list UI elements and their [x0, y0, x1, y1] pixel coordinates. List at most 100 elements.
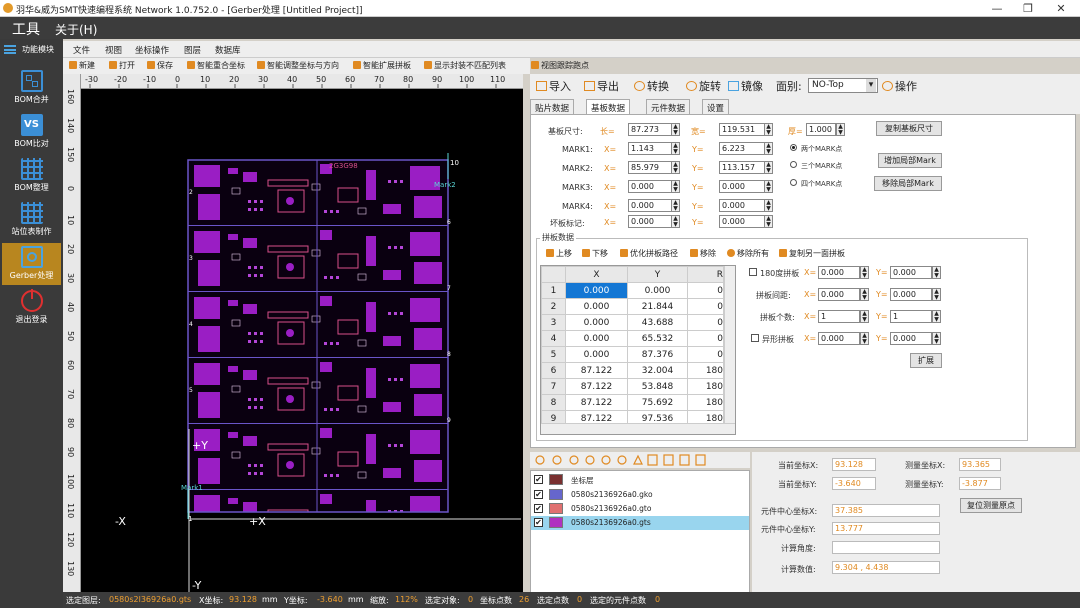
menu-database[interactable]: 数据库 — [215, 44, 241, 56]
cell-r[interactable]: 0 — [687, 298, 724, 315]
cell-x[interactable]: 87.122 — [565, 394, 628, 411]
spin-button[interactable]: ▲ ▼ — [671, 123, 680, 136]
layer-item[interactable]: ✔ 0580s2136926a0.gko — [531, 488, 749, 502]
spacing-x-field[interactable]: 0.000 — [818, 288, 860, 301]
operate-button[interactable]: 操作 — [882, 78, 917, 94]
remove-local-mark-button[interactable]: 移除局部Mark — [874, 176, 942, 191]
layer-checkbox[interactable]: ✔ — [534, 504, 543, 513]
panel-table[interactable]: X Y R 1 0.000 0.000 0 2 0.000 21.844 0 3 0.000 4… — [540, 265, 736, 435]
sidebar-item-bom-merge[interactable]: BOM合并 — [2, 67, 61, 109]
layer-checkbox[interactable]: ✔ — [534, 490, 543, 499]
spin-button[interactable]: ▲ ▼ — [764, 180, 773, 193]
spin-button[interactable]: ▲ ▼ — [932, 266, 941, 279]
rotate180-y-field[interactable]: 0.000 — [890, 266, 932, 279]
copy-other-side-button[interactable]: 复制另一面拼板 — [779, 248, 845, 259]
cell-x[interactable]: 0.000 — [565, 314, 628, 331]
copy-board-size-button[interactable]: 复制基板尺寸 — [876, 121, 942, 136]
cell-x[interactable]: 0.000 — [565, 298, 628, 315]
cell-y[interactable]: 53.848 — [627, 378, 688, 395]
tab-placement-data[interactable]: 贴片数据 — [530, 99, 575, 114]
spin-button[interactable]: ▲ ▼ — [671, 199, 680, 212]
spin-button[interactable]: ▲ ▼ — [860, 332, 869, 345]
cell-x[interactable]: 0.000 — [565, 346, 628, 363]
layer-item[interactable]: ✔ 坐标层 — [531, 473, 749, 487]
mirror-button[interactable]: 镜像 — [728, 78, 763, 94]
column-header-y[interactable]: Y — [627, 266, 688, 283]
menu-file[interactable]: 文件 — [73, 44, 90, 56]
table-row[interactable]: 7 87.122 53.848 180 — [541, 378, 724, 395]
layer-item[interactable]: ✔ 0580s2136926a0.gts — [531, 516, 749, 530]
vertical-scrollbar[interactable] — [724, 266, 735, 424]
smart-overlap-button[interactable]: 智能重合坐标 — [187, 60, 245, 71]
extend-button[interactable]: 扩展 — [910, 353, 942, 368]
irregular-y-field[interactable]: 0.000 — [890, 332, 932, 345]
save-button[interactable]: 保存 — [147, 60, 173, 71]
new-button[interactable]: 新建 — [69, 60, 95, 71]
close-button[interactable]: ✕ — [1046, 0, 1076, 17]
smart-extend-button[interactable]: 智能扩展拼板 — [353, 60, 411, 71]
radio-three-mark[interactable] — [790, 161, 797, 168]
radio-two-mark[interactable] — [790, 144, 797, 151]
spin-button[interactable]: ▲ ▼ — [764, 215, 773, 228]
open-button[interactable]: 打开 — [109, 60, 135, 71]
reset-measure-origin-button[interactable]: 复位测量原点 — [960, 498, 1022, 513]
cell-y[interactable]: 75.692 — [627, 394, 688, 411]
spin-button[interactable]: ▲ ▼ — [860, 288, 869, 301]
mismatch-list-button[interactable]: 显示封装不匹配列表 — [424, 60, 506, 71]
spin-button[interactable]: ▲ ▼ — [932, 332, 941, 345]
cell-x[interactable]: 87.122 — [565, 362, 628, 379]
menu-tools[interactable]: 工具 — [12, 19, 40, 39]
tab-board-data[interactable]: 基板数据 — [586, 99, 631, 114]
convert-button[interactable]: 转换 — [634, 78, 669, 94]
rotate180-checkbox[interactable] — [749, 268, 757, 276]
spin-button[interactable]: ▲ ▼ — [671, 215, 680, 228]
sidebar-item-bom-organize[interactable]: BOM整理 — [2, 155, 61, 197]
spin-button[interactable]: ▲ ▼ — [671, 180, 680, 193]
cell-x[interactable]: 0.000 — [565, 330, 628, 347]
table-row[interactable]: 4 0.000 65.532 0 — [541, 330, 724, 347]
tab-settings[interactable]: 设置 — [702, 99, 730, 114]
remove-button[interactable]: 移除 — [690, 248, 716, 259]
table-row[interactable]: 3 0.000 43.688 0 — [541, 314, 724, 331]
spin-button[interactable]: ▲ ▼ — [764, 142, 773, 155]
spin-button[interactable]: ▲ ▼ — [860, 266, 869, 279]
add-local-mark-button[interactable]: 增加局部Mark — [878, 153, 942, 168]
spin-button[interactable]: ▲ ▼ — [932, 288, 941, 301]
menu-coord-ops[interactable]: 坐标操作 — [135, 44, 169, 56]
cell-r[interactable]: 180 — [687, 378, 724, 395]
spacing-y-field[interactable]: 0.000 — [890, 288, 932, 301]
tab-component-data[interactable]: 元件数据 — [646, 99, 691, 114]
cell-r[interactable]: 0 — [687, 282, 724, 299]
spin-button[interactable]: ▲ ▼ — [764, 199, 773, 212]
cell-y[interactable]: 43.688 — [627, 314, 688, 331]
horizontal-scrollbar[interactable] — [541, 423, 735, 434]
face-select[interactable]: NO-Top — [808, 78, 878, 93]
move-up-button[interactable]: 上移 — [546, 248, 572, 259]
import-button[interactable]: 导入 — [536, 78, 571, 94]
menu-layer[interactable]: 图层 — [184, 44, 201, 56]
spin-button[interactable]: ▲ ▼ — [836, 123, 845, 136]
cell-y[interactable]: 0.000 — [627, 282, 688, 299]
remove-all-button[interactable]: 移除所有 — [727, 248, 769, 259]
menu-about[interactable]: 关于(H) — [55, 21, 97, 38]
table-row[interactable]: 8 87.122 75.692 180 — [541, 394, 724, 411]
cell-y[interactable]: 21.844 — [627, 298, 688, 315]
cell-r[interactable]: 0 — [687, 330, 724, 347]
table-row[interactable]: 6 87.122 32.004 180 — [541, 362, 724, 379]
rotate-button[interactable]: 旋转 — [686, 78, 721, 94]
cell-r[interactable]: 0 — [687, 314, 724, 331]
layer-tool-icons[interactable] — [530, 452, 750, 468]
layer-checkbox[interactable]: ✔ — [534, 518, 543, 527]
move-down-button[interactable]: 下移 — [582, 248, 608, 259]
cell-y[interactable]: 32.004 — [627, 362, 688, 379]
thickness-field[interactable]: 1.000 — [806, 123, 836, 136]
cell-r[interactable]: 0 — [687, 346, 724, 363]
gerber-canvas[interactable]: -X +X +Y -Y Mark1 Mark2 10 1 2G3G98 2 3 … — [81, 89, 523, 594]
optimize-path-button[interactable]: 优化拼板路径 — [620, 248, 678, 259]
cell-x[interactable]: 0.000 — [565, 282, 628, 299]
minimize-button[interactable]: — — [982, 0, 1012, 17]
cell-r[interactable]: 180 — [687, 362, 724, 379]
spin-button[interactable]: ▲ ▼ — [764, 161, 773, 174]
track-view-button[interactable]: 视图跟踪跑点 — [531, 60, 589, 71]
smart-adjust-button[interactable]: 智能调整坐标与方向 — [257, 60, 339, 71]
